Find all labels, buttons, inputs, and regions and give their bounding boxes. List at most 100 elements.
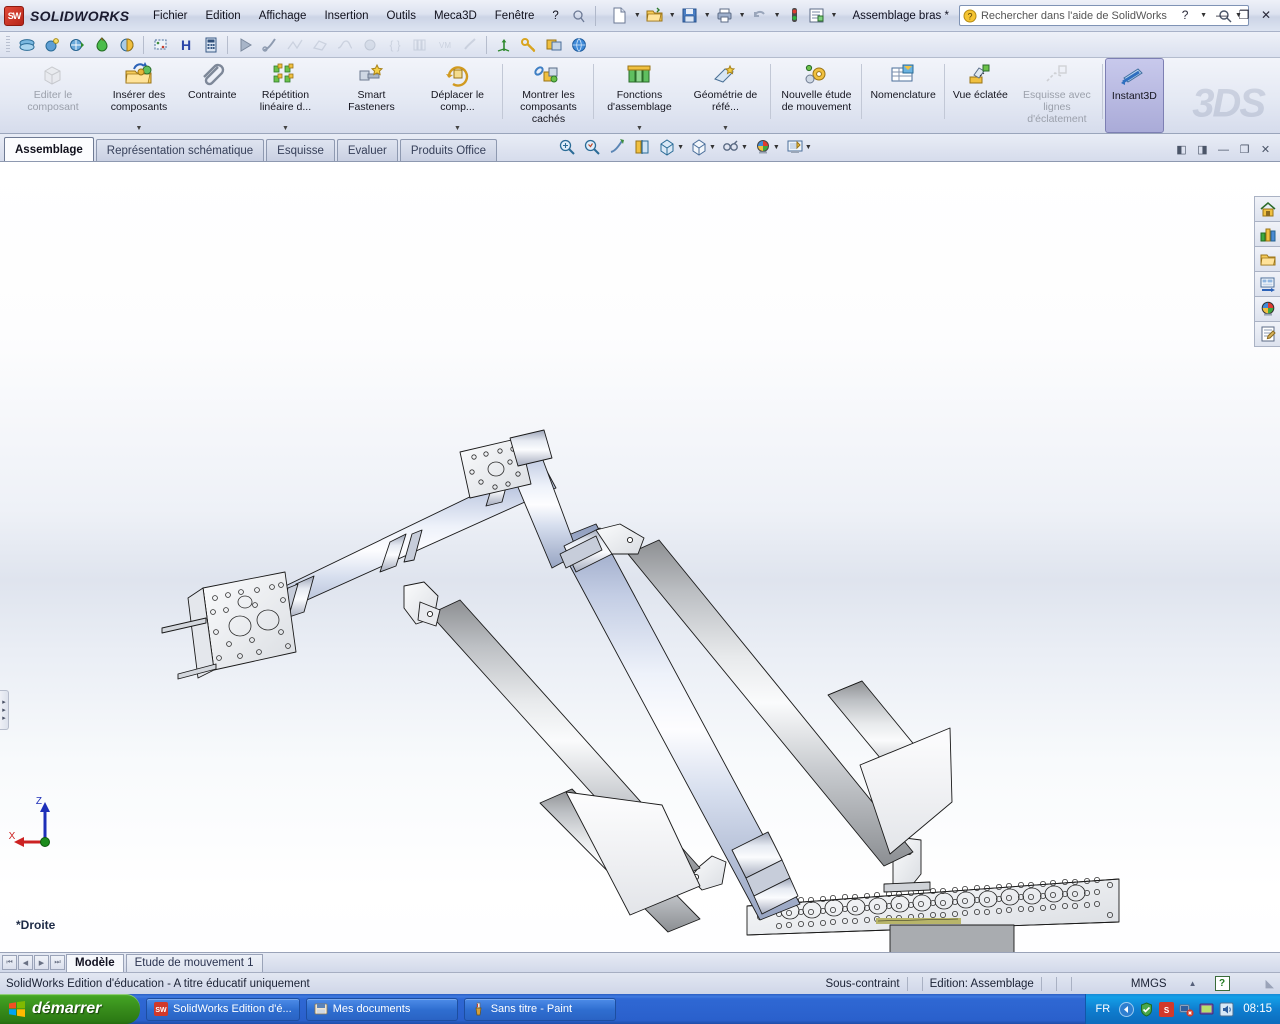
close-button[interactable]: ✕ [1256,6,1276,24]
view-palette-icon[interactable] [1254,271,1280,297]
globe-icon[interactable] [566,34,591,56]
save-icon[interactable] [679,5,701,27]
taskbar-solidworks[interactable]: SW SolidWorks Edition d'é... [146,997,300,1021]
mate-icon[interactable] [516,34,541,56]
options-caret-icon[interactable]: ▼ [828,12,841,19]
trim-icon[interactable]: { } [382,34,407,56]
menu-help[interactable]: ? [543,7,567,25]
assembly-icon[interactable] [541,34,566,56]
close-doc-button[interactable]: ✕ [1257,142,1274,157]
display-style-icon[interactable] [148,34,173,56]
clock[interactable]: 08:15 [1243,1003,1272,1015]
undo-icon[interactable] [749,5,771,27]
units-caret-icon[interactable]: ▲ [1189,979,1197,988]
zoom-to-area-icon[interactable] [580,136,604,158]
new-document-icon[interactable] [609,5,631,27]
mirror-icon[interactable] [407,34,432,56]
file-explorer-icon[interactable] [1254,246,1280,272]
ribbon-instant3d[interactable]: Instant3D [1104,58,1164,133]
ribbon-edit-component[interactable]: Editer le composant [10,58,96,133]
measure-icon[interactable] [198,34,223,56]
minimize-doc-button[interactable]: — [1215,142,1232,157]
units-label[interactable]: MMGS [1131,978,1167,990]
print-icon[interactable] [714,5,736,27]
solidworks-logo[interactable]: SW SOLIDWORKS [0,5,130,26]
solidworks-tray-icon[interactable]: S [1159,1001,1175,1017]
chevron-down-icon[interactable]: ▼ [722,125,729,132]
next-tab-button[interactable]: ▶ [34,955,49,970]
rebuild-status-icon[interactable] [784,5,806,27]
appearance-icon[interactable] [89,34,114,56]
view-orientation-icon[interactable] [655,136,679,158]
save-caret-icon[interactable]: ▼ [701,12,714,19]
status-resize-grip[interactable]: ◣ [1266,977,1274,990]
menu-affichage[interactable]: Affichage [250,7,316,25]
chevron-down-icon[interactable]: ▼ [677,144,684,151]
tab-assemblage[interactable]: Assemblage [4,137,94,161]
fillet-icon[interactable] [357,34,382,56]
previous-tab-button[interactable]: ◀ [18,955,33,970]
ribbon-smart-fasteners[interactable]: Smart Fasteners [328,58,414,133]
network-error-icon[interactable] [1179,1002,1194,1017]
chevron-down-icon[interactable]: ▼ [136,125,143,132]
menu-fichier[interactable]: Fichier [144,7,197,25]
apply-scene-icon[interactable] [751,136,775,158]
restore-doc-button[interactable]: ❐ [1236,142,1253,157]
motion-study-tab[interactable]: Etude de mouvement 1 [125,953,263,972]
first-tab-button[interactable]: ⏮ [2,955,17,970]
custom-properties-icon[interactable] [1254,321,1280,347]
hide-show-icon[interactable]: H [173,34,198,56]
taskbar-paint[interactable]: Sans titre - Paint [463,997,616,1021]
chevron-down-icon[interactable]: ▼ [805,144,812,151]
model-tab[interactable]: Modèle [66,953,124,972]
open-folder-icon[interactable] [644,5,666,27]
graphics-viewport[interactable]: ▸ ▸ ▸ Z X *Droite [0,162,1280,952]
language-indicator[interactable]: FR [1096,1003,1111,1015]
volume-icon[interactable] [1219,1002,1234,1017]
ribbon-show-hidden-components[interactable]: Montrer les composants cachés [505,58,591,133]
spline-icon[interactable] [332,34,357,56]
help-caret-icon[interactable]: ▼ [1197,12,1210,19]
robotic-arm-assembly-model[interactable] [0,162,1280,952]
ribbon-assembly-features[interactable]: Fonctions d'assemblage ▼ [596,58,682,133]
chevron-down-icon[interactable]: ▼ [282,125,289,132]
restore-button[interactable]: ❐ [1234,6,1254,24]
design-library-icon[interactable] [1254,221,1280,247]
dimension-icon[interactable]: VM [432,34,457,56]
menu-edition[interactable]: Edition [197,7,250,25]
chevron-down-icon[interactable]: ▼ [454,125,461,132]
section-view-icon[interactable] [114,34,139,56]
ribbon-insert-components[interactable]: Insérer des composants ▼ [96,58,182,133]
hide-show-items-icon[interactable] [719,136,743,158]
polygon-icon[interactable] [307,34,332,56]
ribbon-bill-of-materials[interactable]: Nomenclature [864,58,941,133]
chevron-down-icon[interactable]: ▼ [709,144,716,151]
previous-view-icon[interactable] [605,136,629,158]
play-animation-icon[interactable] [232,34,257,56]
chevron-down-icon[interactable]: ▼ [773,144,780,151]
tab-representation-schematique[interactable]: Représentation schématique [95,139,265,161]
view-orientation-icon[interactable] [64,34,89,56]
menu-outils[interactable]: Outils [378,7,425,25]
show-hidden-icons-chevron[interactable] [1119,1001,1135,1017]
coordinate-system-icon[interactable] [491,34,516,56]
menu-insertion[interactable]: Insertion [315,7,377,25]
taskbar-mes-documents[interactable]: Mes documents [305,997,458,1021]
last-tab-button[interactable]: ⏭ [50,955,65,970]
options-icon[interactable] [806,5,828,27]
chevron-down-icon[interactable]: ▼ [636,125,643,132]
edit-sketch-icon[interactable] [257,34,282,56]
ribbon-mate[interactable]: Contrainte [182,58,242,133]
line-icon[interactable] [282,34,307,56]
ribbon-linear-pattern[interactable]: Répétition linéaire d... ▼ [242,58,328,133]
tile-left-button[interactable]: ◧ [1173,142,1190,157]
chevron-down-icon[interactable]: ▼ [741,144,748,151]
ribbon-reference-geometry[interactable]: Géométrie de réfé... ▼ [682,58,768,133]
pin-menu-icon[interactable] [568,5,590,27]
minimize-button[interactable]: — [1212,6,1232,24]
apply-scene-icon[interactable] [39,34,64,56]
ribbon-explode-line-sketch[interactable]: Esquisse avec lignes d'éclatement [1014,58,1100,133]
ribbon-new-motion-study[interactable]: Nouvelle étude de mouvement [773,58,859,133]
zoom-to-fit-icon[interactable] [555,136,579,158]
appearances-scenes-icon[interactable] [1254,296,1280,322]
